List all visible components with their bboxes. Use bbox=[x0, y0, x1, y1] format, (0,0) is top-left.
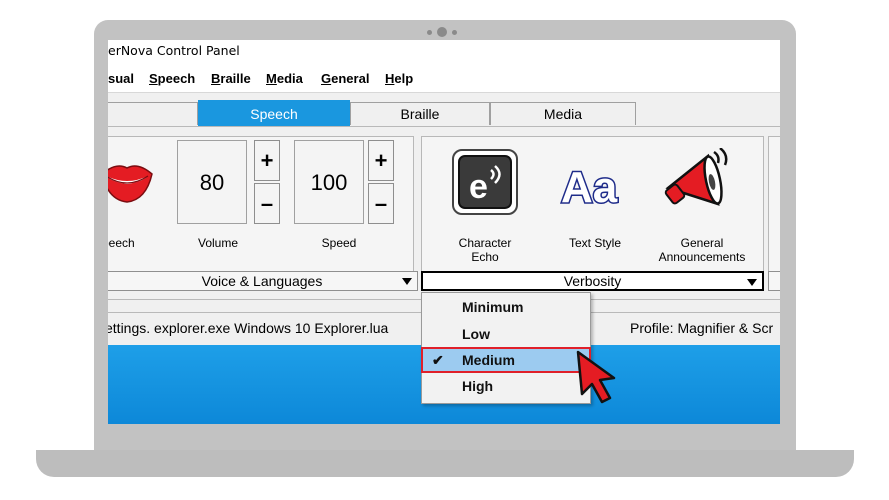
text-style-label: Text Style bbox=[568, 236, 622, 250]
speed-decrease-button[interactable]: – bbox=[368, 183, 394, 224]
tab-media[interactable]: Media bbox=[490, 102, 636, 125]
laptop-base bbox=[36, 450, 854, 477]
voice-languages-combo-label: Voice & Languages bbox=[201, 273, 323, 289]
voice-languages-combo[interactable]: Voice & Languages bbox=[108, 271, 418, 291]
title-bar: erNova Control Panel bbox=[108, 40, 780, 64]
speed-increase-button[interactable]: + bbox=[368, 140, 394, 181]
lips-icon[interactable] bbox=[108, 160, 156, 211]
checkmark-icon: ✔ bbox=[432, 352, 444, 368]
tab-strip: Speech Braille Media bbox=[108, 98, 780, 126]
option-high-label: High bbox=[462, 378, 494, 394]
next-combo[interactable] bbox=[768, 271, 780, 291]
megaphone-icon[interactable] bbox=[662, 147, 732, 223]
volume-increase-button[interactable]: + bbox=[254, 140, 280, 181]
menu-braille[interactable]: Braille bbox=[211, 71, 251, 86]
status-profile: Profile: Magnifier & Scr bbox=[630, 320, 774, 336]
tab-previous[interactable] bbox=[108, 102, 198, 125]
option-minimum[interactable]: Minimum bbox=[422, 295, 590, 319]
chevron-down-icon bbox=[402, 278, 412, 285]
svg-text:Aa: Aa bbox=[561, 163, 618, 212]
character-echo-icon[interactable]: e bbox=[451, 148, 519, 221]
tab-speech[interactable]: Speech bbox=[198, 100, 350, 126]
verbosity-combo-label: Verbosity bbox=[563, 273, 622, 289]
volume-label: Volume bbox=[197, 236, 239, 250]
menu-help-accel: H bbox=[385, 71, 395, 86]
option-low-label: Low bbox=[462, 326, 490, 342]
general-announcements-label: General Announcements bbox=[658, 236, 746, 264]
tab-divider bbox=[108, 126, 780, 127]
menu-media-accel: M bbox=[266, 71, 277, 86]
menu-braille-label: raille bbox=[220, 71, 251, 86]
menu-general-accel: G bbox=[321, 71, 332, 86]
text-style-icon[interactable]: Aa bbox=[560, 156, 630, 217]
character-echo-label: Character Echo bbox=[458, 236, 512, 264]
option-minimum-label: Minimum bbox=[462, 299, 524, 315]
menu-help[interactable]: Help bbox=[385, 71, 413, 86]
menu-visual[interactable]: sual bbox=[108, 71, 134, 86]
menu-visual-label: sual bbox=[108, 71, 135, 86]
menu-general[interactable]: General bbox=[321, 71, 369, 86]
option-high[interactable]: High bbox=[422, 374, 590, 398]
verbosity-dropdown-list: Minimum Low ✔ Medium High bbox=[421, 292, 591, 404]
menu-bar: sual Speech Braille Media General Help bbox=[108, 64, 780, 93]
camera-dot-left bbox=[427, 30, 432, 35]
option-medium-label: Medium bbox=[462, 352, 515, 368]
status-script-info: ettings. explorer.exe Windows 10 Explore… bbox=[108, 320, 389, 336]
menu-speech-accel: S bbox=[149, 71, 158, 86]
window-title: erNova Control Panel bbox=[108, 43, 240, 58]
menu-media-label: edia bbox=[276, 71, 303, 86]
camera-dot-right bbox=[452, 30, 457, 35]
next-group-panel bbox=[768, 136, 780, 290]
menu-help-label: elp bbox=[394, 71, 414, 86]
mouse-pointer-icon bbox=[574, 350, 618, 409]
menu-speech[interactable]: Speech bbox=[149, 71, 195, 86]
speed-label: Speed bbox=[321, 236, 357, 250]
tab-braille[interactable]: Braille bbox=[350, 102, 490, 125]
menu-general-label: eneral bbox=[331, 71, 370, 86]
chevron-down-icon bbox=[747, 279, 757, 286]
camera-lens bbox=[437, 27, 447, 37]
option-medium[interactable]: ✔ Medium bbox=[421, 347, 591, 373]
menu-speech-label: peech bbox=[157, 71, 196, 86]
menu-media[interactable]: Media bbox=[266, 71, 303, 86]
option-low[interactable]: Low bbox=[422, 322, 590, 346]
volume-value: 80 bbox=[177, 140, 247, 224]
volume-decrease-button[interactable]: – bbox=[254, 183, 280, 224]
verbosity-combo[interactable]: Verbosity bbox=[421, 271, 764, 291]
speed-value: 100 bbox=[294, 140, 364, 224]
screen: erNova Control Panel sual Speech Braille… bbox=[108, 40, 780, 424]
svg-text:e: e bbox=[469, 168, 488, 206]
menu-braille-accel: B bbox=[211, 71, 221, 86]
speech-icon-label: peech bbox=[108, 236, 135, 250]
